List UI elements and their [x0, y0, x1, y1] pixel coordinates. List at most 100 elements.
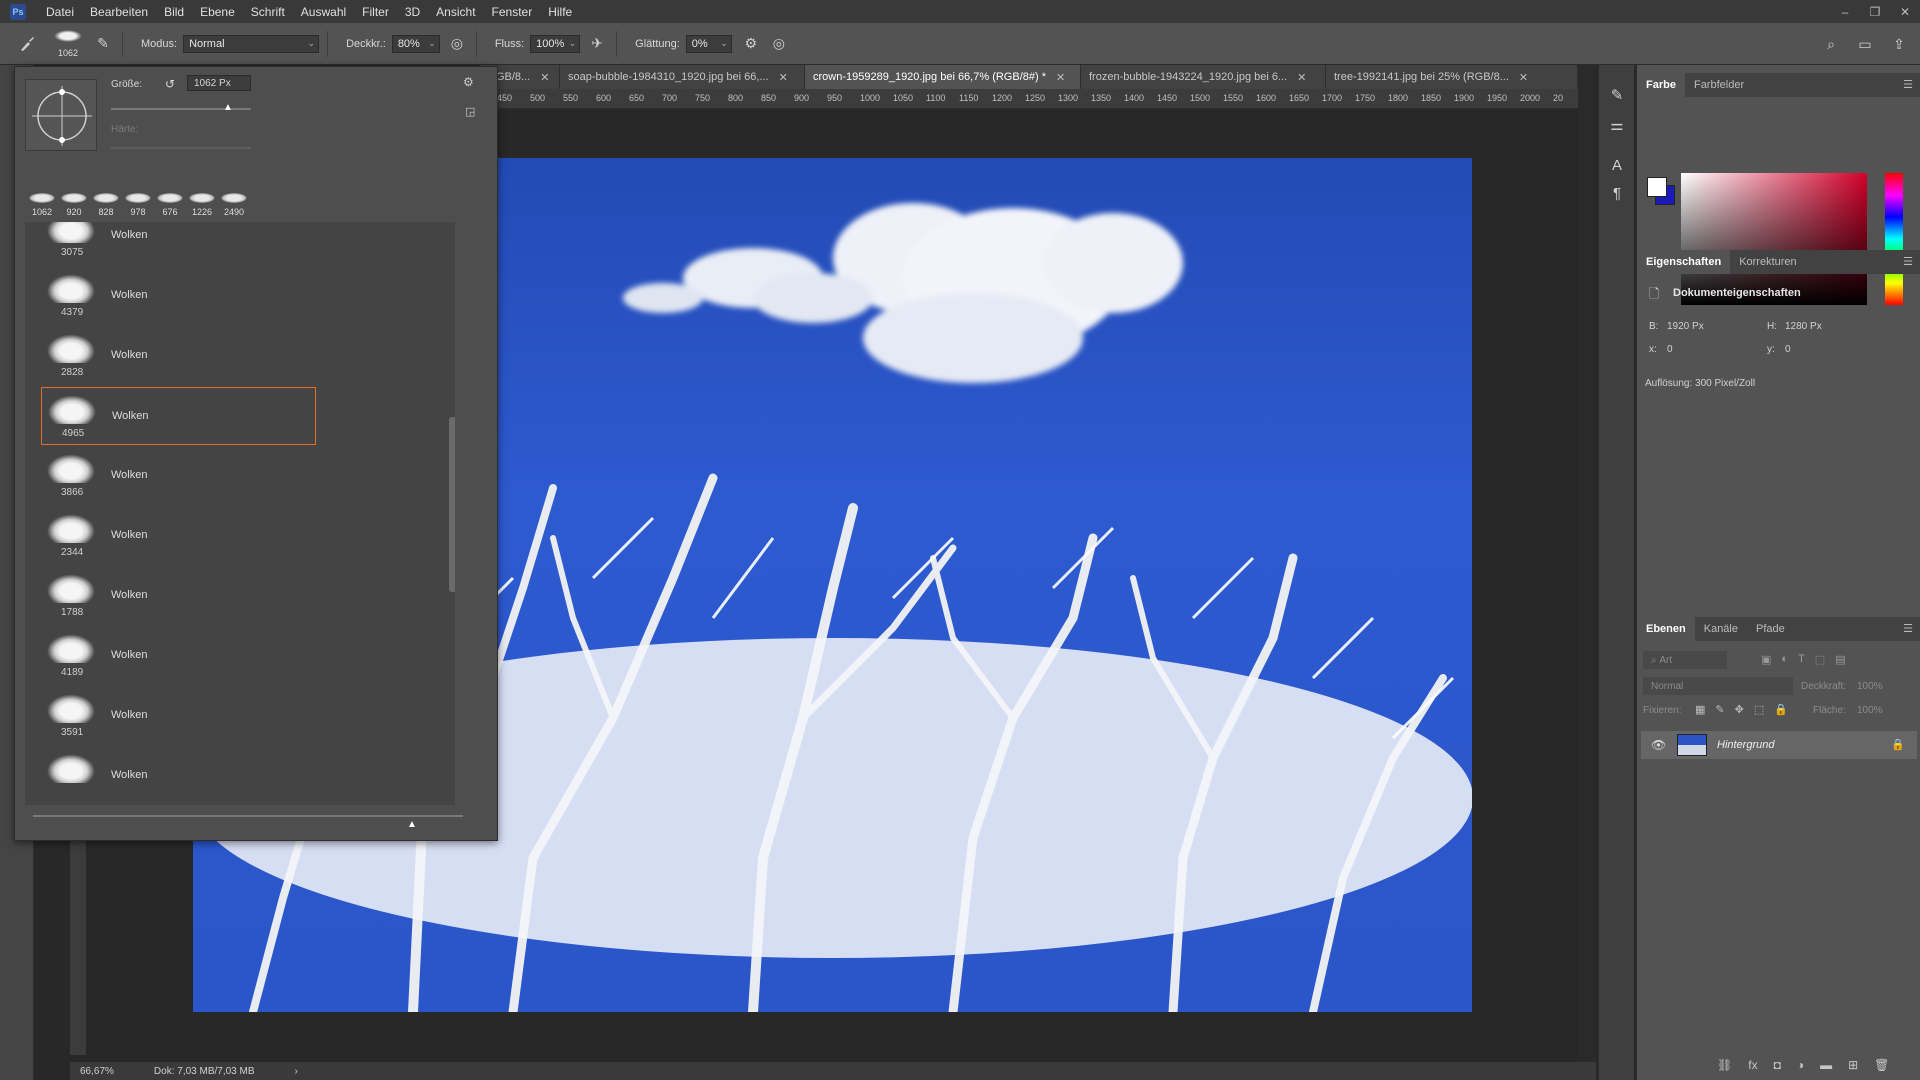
recent-brush-preset[interactable]: 828 — [89, 179, 123, 217]
list-item-selected[interactable]: 4965 Wolken — [41, 387, 316, 445]
history-icon[interactable]: ✎ — [1607, 85, 1627, 105]
menu-schrift[interactable]: Schrift — [243, 5, 293, 19]
tab-tree[interactable]: tree-1992141.jpg bei 25% (RGB/8... ✕ — [1326, 65, 1578, 89]
adjustment-layer-icon[interactable]: ◑ — [1797, 1058, 1804, 1072]
brush-list[interactable]: 3075 Wolken 4379 Wolken 2828 Wolken 4965 Wol… — [25, 222, 455, 805]
menu-hilfe[interactable]: Hilfe — [540, 5, 580, 19]
airbrush-icon[interactable]: ✈ — [586, 33, 608, 55]
close-icon[interactable]: ✕ — [1056, 71, 1065, 84]
tab-kanaele[interactable]: Kanäle — [1695, 617, 1747, 641]
tab-crown[interactable]: crown-1959289_1920.jpg bei 66,7% (RGB/8#… — [805, 65, 1081, 89]
close-icon[interactable]: ✕ — [1297, 71, 1306, 84]
tab-korrekturen[interactable]: Korrekturen — [1730, 250, 1805, 274]
opacity-field[interactable]: 80% ⌄ — [391, 34, 440, 53]
lock-transparency-icon[interactable]: ▦ — [1695, 703, 1705, 716]
close-icon[interactable]: ✕ — [1519, 71, 1528, 84]
layer-name[interactable]: Hintergrund — [1717, 739, 1774, 751]
layer-row[interactable]: 👁 Hintergrund 🔒 — [1641, 731, 1917, 759]
gear-icon[interactable]: ⚙ — [740, 33, 762, 55]
gear-icon[interactable]: ⚙ — [463, 75, 474, 89]
hue-slider[interactable] — [1885, 173, 1903, 305]
new-layer-icon[interactable]: ⊞ — [1848, 1058, 1858, 1072]
brush-list-scrollbar[interactable] — [449, 417, 455, 592]
tab-frozen-bubble[interactable]: frozen-bubble-1943224_1920.jpg bei 6... ✕ — [1081, 65, 1326, 89]
smoothing-field[interactable]: 0% ⌄ — [685, 34, 732, 53]
brush-tip-preview[interactable] — [25, 79, 97, 151]
list-item[interactable]: 2828 Wolken — [41, 327, 316, 385]
image-filter-icon[interactable]: ▣ — [1761, 653, 1771, 666]
pressure-opacity-icon[interactable]: ◎ — [446, 33, 468, 55]
list-item[interactable]: 3866 Wolken — [41, 447, 316, 505]
size-input[interactable]: 1062 Px — [187, 75, 251, 91]
width-value[interactable]: 1920 Px — [1667, 321, 1704, 332]
status-arrow-icon[interactable]: › — [295, 1066, 298, 1077]
opacity-value[interactable]: 100% — [1857, 681, 1883, 692]
tab-ebenen[interactable]: Ebenen — [1637, 617, 1695, 641]
panel-menu-icon[interactable]: ☰ — [1903, 78, 1913, 91]
lock-artboard-icon[interactable]: ⬚ — [1754, 703, 1764, 716]
list-item[interactable]: Wolken — [41, 747, 316, 805]
list-item[interactable]: 3591 Wolken — [41, 687, 316, 745]
panel-menu-icon[interactable]: ☰ — [1903, 255, 1913, 268]
vertical-scrollbar[interactable] — [1578, 65, 1596, 1062]
mode-select[interactable]: Normal ⌄ — [183, 34, 320, 53]
zoom-level[interactable]: 66,67% — [80, 1066, 114, 1077]
fx-icon[interactable]: fx — [1748, 1058, 1757, 1072]
adjustments-icon[interactable]: ⚌ — [1607, 115, 1627, 135]
blend-mode-select[interactable]: Normal — [1643, 677, 1793, 695]
new-preset-icon[interactable]: ◲ — [465, 105, 475, 118]
type-filter-icon[interactable]: T — [1798, 653, 1805, 666]
lock-position-icon[interactable]: ✥ — [1735, 703, 1744, 716]
fill-value[interactable]: 100% — [1857, 705, 1883, 716]
list-item[interactable]: 4189 Wolken — [41, 627, 316, 685]
pressure-size-icon[interactable]: ◎ — [768, 33, 790, 55]
vertical-ruler[interactable] — [70, 840, 86, 1055]
mask-icon[interactable]: ◘ — [1774, 1058, 1781, 1072]
foreground-color-swatch[interactable] — [1647, 177, 1667, 197]
thumbnail-size-thumb[interactable]: ▲ — [407, 819, 417, 830]
eye-icon[interactable]: 👁 — [1651, 738, 1666, 752]
color-picker-field[interactable] — [1681, 173, 1867, 305]
restore-button[interactable]: ❐ — [1860, 0, 1890, 23]
brush-settings-toggle-icon[interactable]: ✎ — [92, 33, 114, 55]
shape-filter-icon[interactable]: ⬚ — [1815, 653, 1825, 666]
recent-brush-preset[interactable]: 676 — [153, 179, 187, 217]
search-icon[interactable]: ⌕ — [1820, 33, 1842, 55]
link-icon[interactable]: ⛓ — [1717, 1058, 1732, 1072]
panel-menu-icon[interactable]: ☰ — [1903, 622, 1913, 635]
character-icon[interactable]: A — [1607, 155, 1627, 175]
size-slider-thumb[interactable]: ▲ — [223, 102, 233, 113]
menu-3d[interactable]: 3D — [397, 5, 428, 19]
minimize-button[interactable]: – — [1830, 0, 1860, 23]
menu-filter[interactable]: Filter — [354, 5, 397, 19]
tab-eigenschaften[interactable]: Eigenschaften — [1637, 250, 1731, 274]
tab-soap-bubble[interactable]: soap-bubble-1984310_1920.jpg bei 66,... ✕ — [560, 65, 805, 89]
reset-size-icon[interactable]: ↺ — [165, 77, 175, 91]
thumbnail-size-slider[interactable] — [33, 815, 463, 817]
paragraph-icon[interactable]: ¶ — [1607, 183, 1627, 203]
menu-datei[interactable]: Datei — [38, 5, 82, 19]
workspace-icon[interactable]: ▭ — [1854, 33, 1876, 55]
list-item[interactable]: 4379 Wolken — [41, 267, 316, 325]
menu-bild[interactable]: Bild — [156, 5, 192, 19]
tab-farbe[interactable]: Farbe — [1637, 73, 1685, 97]
smart-object-filter-icon[interactable]: ▤ — [1835, 653, 1845, 666]
recent-brush-preset[interactable]: 1062 — [25, 179, 59, 217]
flow-field[interactable]: 100% ⌄ — [530, 34, 581, 53]
tab-pfade[interactable]: Pfade — [1747, 617, 1794, 641]
height-value[interactable]: 1280 Px — [1785, 321, 1822, 332]
close-icon[interactable]: ✕ — [779, 71, 788, 84]
brush-preset-picker[interactable]: 1062 — [48, 26, 88, 62]
hardness-slider-track[interactable] — [111, 147, 251, 149]
menu-bearbeiten[interactable]: Bearbeiten — [82, 5, 156, 19]
trash-icon[interactable]: 🗑 — [1874, 1058, 1889, 1072]
share-icon[interactable]: ⇪ — [1888, 33, 1910, 55]
folder-icon[interactable]: ▬ — [1820, 1058, 1832, 1072]
menu-ebene[interactable]: Ebene — [192, 5, 243, 19]
menu-fenster[interactable]: Fenster — [484, 5, 541, 19]
menu-auswahl[interactable]: Auswahl — [293, 5, 354, 19]
recent-brush-preset[interactable]: 920 — [57, 179, 91, 217]
lock-image-icon[interactable]: ✎ — [1715, 703, 1724, 716]
layer-filter-search[interactable]: ⌕ Art — [1643, 651, 1727, 669]
lock-all-icon[interactable]: 🔒 — [1774, 703, 1788, 716]
